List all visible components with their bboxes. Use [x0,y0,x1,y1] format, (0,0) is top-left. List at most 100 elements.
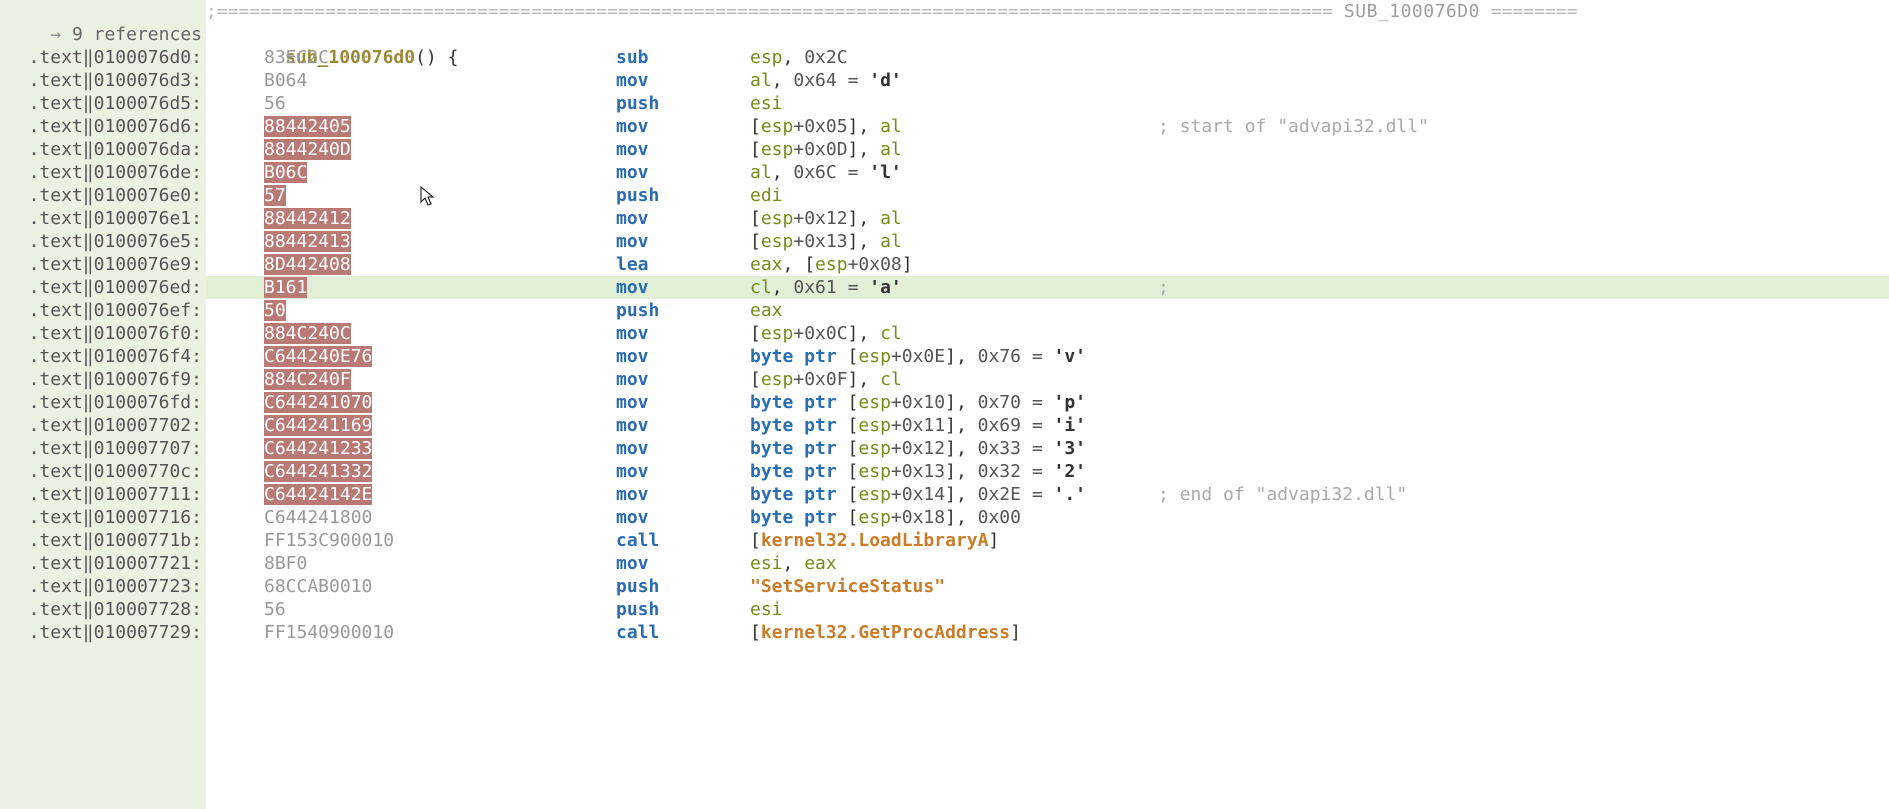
disasm-row[interactable]: 884C240Fmov[esp+0x0F], cl [206,368,1889,391]
address-row[interactable]: .text‖0100076f9: [0,368,202,391]
address-row[interactable]: .text‖01000771b: [0,529,202,552]
disasm-row[interactable]: B06Cmoval, 0x6C = 'l' [206,161,1889,184]
address-row[interactable]: .text‖010007702: [0,414,202,437]
address-row[interactable]: .text‖010007723: [0,575,202,598]
address-row[interactable]: .text‖0100076e1: [0,207,202,230]
opcode-bytes: 56 [264,92,616,115]
opcode-bytes: FF1540900010 [264,621,616,644]
disasm-row[interactable]: B064moval, 0x64 = 'd' [206,69,1889,92]
mnemonic: mov [616,460,750,483]
operands: esi, eax [750,552,837,575]
operands: esp, 0x2C [750,46,848,69]
address-row[interactable]: .text‖010007711: [0,483,202,506]
disasm-row[interactable]: 8BF0movesi, eax [206,552,1889,575]
disasm-row[interactable]: C644241332movbyte ptr [esp+0x13], 0x32 =… [206,460,1889,483]
address-row[interactable]: .text‖0100076d6: [0,115,202,138]
address-row[interactable]: .text‖010007728: [0,598,202,621]
mnemonic: mov [616,230,750,253]
disasm-row[interactable]: 50pusheax [206,299,1889,322]
operands: cl, 0x61 = 'a' [750,276,902,299]
mnemonic: mov [616,483,750,506]
opcode-bytes: 88442413 [264,230,616,253]
disassembly-code[interactable]: ;=======================================… [206,0,1889,644]
address-row[interactable]: .text‖0100076e9: [0,253,202,276]
opcode-bytes: 8BF0 [264,552,616,575]
disasm-row[interactable]: 68CCAB0010push"SetServiceStatus" [206,575,1889,598]
inline-comment[interactable]: ; end of "advapi32.dll" [1158,483,1407,506]
opcode-bytes: 50 [264,299,616,322]
opcode-bytes: B06C [264,161,616,184]
opcode-bytes: 8D442408 [264,253,616,276]
mnemonic: mov [616,391,750,414]
disasm-row[interactable]: FF1540900010call[kernel32.GetProcAddress… [206,621,1889,644]
disasm-row[interactable]: 88442413mov[esp+0x13], al [206,230,1889,253]
operands: byte ptr [esp+0x10], 0x70 = 'p' [750,391,1086,414]
disasm-row[interactable]: C644241070movbyte ptr [esp+0x10], 0x70 =… [206,391,1889,414]
operands: "SetServiceStatus" [750,575,945,598]
section-rule: ;=======================================… [206,0,1889,23]
opcode-bytes: 884C240C [264,322,616,345]
address-row[interactable]: .text‖0100076f4: [0,345,202,368]
disasm-row[interactable]: C644241800movbyte ptr [esp+0x18], 0x00 [206,506,1889,529]
subroutine-header[interactable]: sub_100076d0() { [206,23,1889,46]
gutter-references[interactable]: → 9 references [0,23,202,46]
disasm-row[interactable]: C644240E76movbyte ptr [esp+0x0E], 0x76 =… [206,345,1889,368]
operands: byte ptr [esp+0x18], 0x00 [750,506,1021,529]
address-row[interactable]: .text‖010007716: [0,506,202,529]
disasm-row[interactable]: 88442405mov[esp+0x05], al; start of "adv… [206,115,1889,138]
operands: [kernel32.LoadLibraryA] [750,529,999,552]
opcode-bytes: 8844240D [264,138,616,161]
mnemonic: mov [616,276,750,299]
address-row[interactable]: .text‖010007721: [0,552,202,575]
disasm-row[interactable]: 56pushesi [206,598,1889,621]
operands: eax, [esp+0x08] [750,253,913,276]
address-row[interactable]: .text‖0100076da: [0,138,202,161]
mnemonic: mov [616,322,750,345]
disasm-row[interactable]: 83EC2Csubesp, 0x2C [206,46,1889,69]
operands: [esp+0x12], al [750,207,902,230]
disasm-row[interactable]: 57pushedi [206,184,1889,207]
address-row[interactable]: .text‖0100076f0: [0,322,202,345]
address-row[interactable]: .text‖010007707: [0,437,202,460]
operands: byte ptr [esp+0x14], 0x2E = '.' [750,483,1086,506]
opcode-bytes: 68CCAB0010 [264,575,616,598]
disasm-row[interactable]: 88442412mov[esp+0x12], al [206,207,1889,230]
disasm-row[interactable]: B161movcl, 0x61 = 'a'; [206,276,1889,299]
address-row[interactable]: .text‖0100076d0: [0,46,202,69]
address-row[interactable]: .text‖01000770c: [0,460,202,483]
mnemonic: lea [616,253,750,276]
operands: [esp+0x05], al [750,115,902,138]
disasm-row[interactable]: 8D442408leaeax, [esp+0x08] [206,253,1889,276]
disasm-row[interactable]: 56pushesi [206,92,1889,115]
address-row[interactable]: .text‖0100076ed: [0,276,202,299]
mnemonic: mov [616,207,750,230]
address-row[interactable]: .text‖0100076ef: [0,299,202,322]
disasm-row[interactable]: FF153C900010call[kernel32.LoadLibraryA] [206,529,1889,552]
address-row[interactable]: .text‖0100076e5: [0,230,202,253]
mnemonic: mov [616,506,750,529]
gutter-blank [0,0,202,23]
disassembly-view[interactable]: → 9 references .text‖0100076d0:.text‖010… [0,0,1889,809]
inline-comment[interactable]: ; [1158,276,1169,299]
operands: esi [750,598,783,621]
operands: [esp+0x0D], al [750,138,902,161]
mnemonic: push [616,92,750,115]
address-row[interactable]: .text‖0100076d3: [0,69,202,92]
disasm-row[interactable]: C644241233movbyte ptr [esp+0x12], 0x33 =… [206,437,1889,460]
disasm-row[interactable]: C64424142Emovbyte ptr [esp+0x14], 0x2E =… [206,483,1889,506]
mnemonic: mov [616,414,750,437]
mnemonic: call [616,621,750,644]
disasm-row[interactable]: 8844240Dmov[esp+0x0D], al [206,138,1889,161]
address-row[interactable]: .text‖0100076fd: [0,391,202,414]
address-row[interactable]: .text‖0100076e0: [0,184,202,207]
disasm-row[interactable]: C644241169movbyte ptr [esp+0x11], 0x69 =… [206,414,1889,437]
address-row[interactable]: .text‖010007729: [0,621,202,644]
inline-comment[interactable]: ; start of "advapi32.dll" [1158,115,1429,138]
opcode-bytes: 884C240F [264,368,616,391]
opcode-bytes: C644241332 [264,460,616,483]
mnemonic: mov [616,368,750,391]
address-row[interactable]: .text‖0100076d5: [0,92,202,115]
operands: byte ptr [esp+0x13], 0x32 = '2' [750,460,1086,483]
address-row[interactable]: .text‖0100076de: [0,161,202,184]
disasm-row[interactable]: 884C240Cmov[esp+0x0C], cl [206,322,1889,345]
